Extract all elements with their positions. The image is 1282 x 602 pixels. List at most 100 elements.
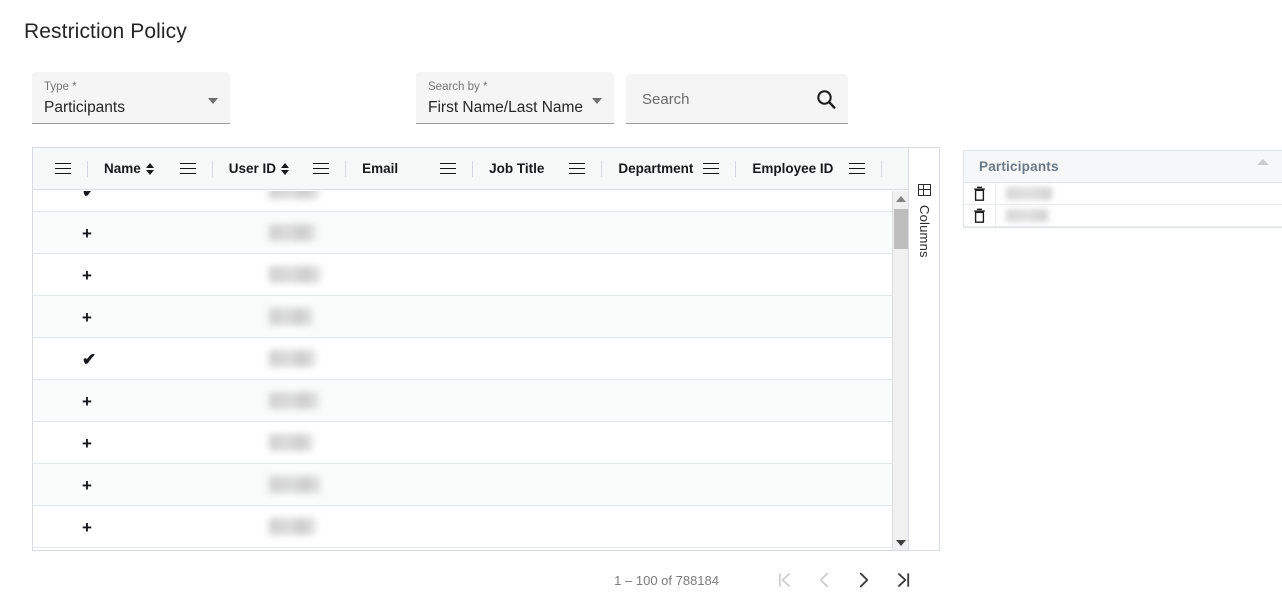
hamburger-menu-icon[interactable]: [440, 162, 457, 175]
participant-name-redacted: [1006, 209, 1048, 222]
participants-table: Name User ID Email Job Title Department …: [32, 147, 940, 551]
chevron-up-icon[interactable]: [1254, 153, 1272, 171]
table-row[interactable]: +: [33, 212, 908, 254]
row-add-icon[interactable]: +: [82, 464, 92, 506]
filter-bar: Type * Participants Search by * First Na…: [0, 72, 1282, 197]
row-action-glyph: +: [82, 223, 92, 243]
trash-icon[interactable]: [964, 182, 996, 205]
column-header-label: Department: [618, 161, 694, 176]
column-divider: [211, 160, 213, 177]
column-header-name[interactable]: Name: [33, 148, 155, 190]
next-page-button[interactable]: [844, 560, 884, 600]
side-panel-header: Participants: [964, 151, 1282, 183]
row-action-glyph: +: [82, 433, 92, 453]
chevron-down-icon: [208, 98, 218, 104]
list-item[interactable]: [964, 182, 1282, 205]
chevron-left-icon: [819, 572, 829, 588]
column-header-department[interactable]: Department: [544, 148, 693, 190]
row-add-icon[interactable]: +: [82, 212, 92, 254]
trash-icon[interactable]: [964, 204, 996, 227]
column-header-employee-id[interactable]: Employee ID: [693, 148, 898, 190]
row-action-glyph: +: [82, 517, 92, 537]
row-add-icon[interactable]: +: [82, 506, 92, 548]
column-header-label: Employee ID: [752, 161, 834, 176]
scroll-up-arrow-icon[interactable]: [893, 191, 909, 207]
row-select-check-icon[interactable]: ✔: [82, 191, 96, 212]
sort-arrows-icon[interactable]: [145, 162, 155, 176]
table-row[interactable]: +: [33, 254, 908, 296]
column-header-label: Name: [104, 161, 141, 176]
last-page-icon: [898, 573, 910, 587]
row-action-glyph: ✔: [82, 191, 97, 201]
paginator-range-label: 1 – 100 of 788184: [614, 572, 719, 588]
chevron-right-icon: [859, 572, 869, 588]
type-select[interactable]: Type * Participants: [32, 72, 230, 124]
column-divider: [735, 160, 737, 177]
hamburger-menu-icon[interactable]: [179, 162, 196, 175]
user-id-value-redacted: [269, 476, 321, 493]
participants-side-panel: Participants: [963, 150, 1282, 228]
user-id-value-redacted: [269, 518, 316, 535]
table-row[interactable]: +: [33, 380, 908, 422]
user-id-value-redacted: [269, 434, 313, 451]
table-row[interactable]: ✔: [33, 191, 908, 212]
user-id-value-redacted: [269, 191, 319, 199]
table-row[interactable]: +: [33, 464, 908, 506]
hamburger-menu-icon[interactable]: [569, 162, 586, 175]
user-id-value-redacted: [269, 224, 316, 241]
row-add-icon[interactable]: +: [82, 422, 92, 464]
column-divider: [881, 160, 883, 177]
hamburger-menu-icon[interactable]: [55, 162, 71, 175]
sort-arrows-icon[interactable]: [281, 162, 290, 176]
last-page-button[interactable]: [884, 560, 924, 600]
search-icon[interactable]: [814, 87, 838, 111]
list-item[interactable]: [964, 204, 1282, 227]
type-select-label: Type *: [44, 81, 77, 93]
participant-name-redacted: [1006, 187, 1052, 200]
hamburger-menu-icon[interactable]: [849, 162, 866, 175]
row-action-glyph: ✔: [82, 349, 97, 369]
table-body: ✔ + + + ✔ + + + +: [33, 191, 908, 550]
row-add-icon[interactable]: +: [82, 380, 92, 422]
hamburger-menu-icon[interactable]: [313, 162, 330, 175]
first-page-button[interactable]: [764, 560, 804, 600]
row-select-check-icon[interactable]: ✔: [82, 338, 96, 380]
row-add-icon[interactable]: +: [82, 254, 92, 296]
column-header-email[interactable]: Email: [290, 148, 398, 190]
table-row[interactable]: +: [33, 296, 908, 338]
table-row[interactable]: +: [33, 506, 908, 548]
previous-page-button[interactable]: [804, 560, 844, 600]
column-header-label: Job Title: [489, 161, 545, 176]
table-row[interactable]: +: [33, 422, 908, 464]
search-by-select[interactable]: Search by * First Name/Last Name: [416, 72, 614, 124]
scrollbar-thumb[interactable]: [894, 209, 908, 249]
column-divider: [87, 160, 88, 177]
column-header-job-title[interactable]: Job Title: [398, 148, 544, 190]
page-title: Restriction Policy: [24, 20, 187, 43]
table-row[interactable]: ✔: [33, 338, 908, 380]
search-by-select-value: First Name/Last Name: [428, 99, 584, 116]
search-input[interactable]: [640, 86, 808, 112]
search-field[interactable]: [626, 74, 848, 124]
table-header-row: Name User ID Email Job Title Department …: [33, 148, 939, 190]
column-header-user-id[interactable]: User ID: [155, 148, 290, 190]
user-id-value-redacted: [269, 266, 321, 283]
row-add-icon[interactable]: +: [82, 296, 92, 338]
chevron-down-icon: [592, 98, 602, 104]
row-action-glyph: +: [82, 475, 92, 495]
scroll-down-arrow-icon[interactable]: [893, 535, 909, 550]
columns-panel-tab[interactable]: Columns: [908, 148, 939, 550]
column-header-label: User ID: [228, 161, 277, 176]
user-id-value-redacted: [269, 392, 319, 409]
columns-panel-label: Columns: [917, 205, 932, 258]
column-divider: [472, 160, 474, 177]
table-grid-icon: [918, 184, 931, 196]
row-action-glyph: +: [82, 391, 92, 411]
hamburger-menu-icon[interactable]: [703, 162, 720, 175]
table-vertical-scrollbar[interactable]: [892, 191, 909, 550]
column-divider: [601, 160, 603, 177]
user-id-value-redacted: [269, 308, 313, 325]
type-select-value: Participants: [44, 99, 125, 116]
first-page-icon: [778, 573, 790, 587]
paginator: 1 – 100 of 788184: [32, 560, 940, 600]
